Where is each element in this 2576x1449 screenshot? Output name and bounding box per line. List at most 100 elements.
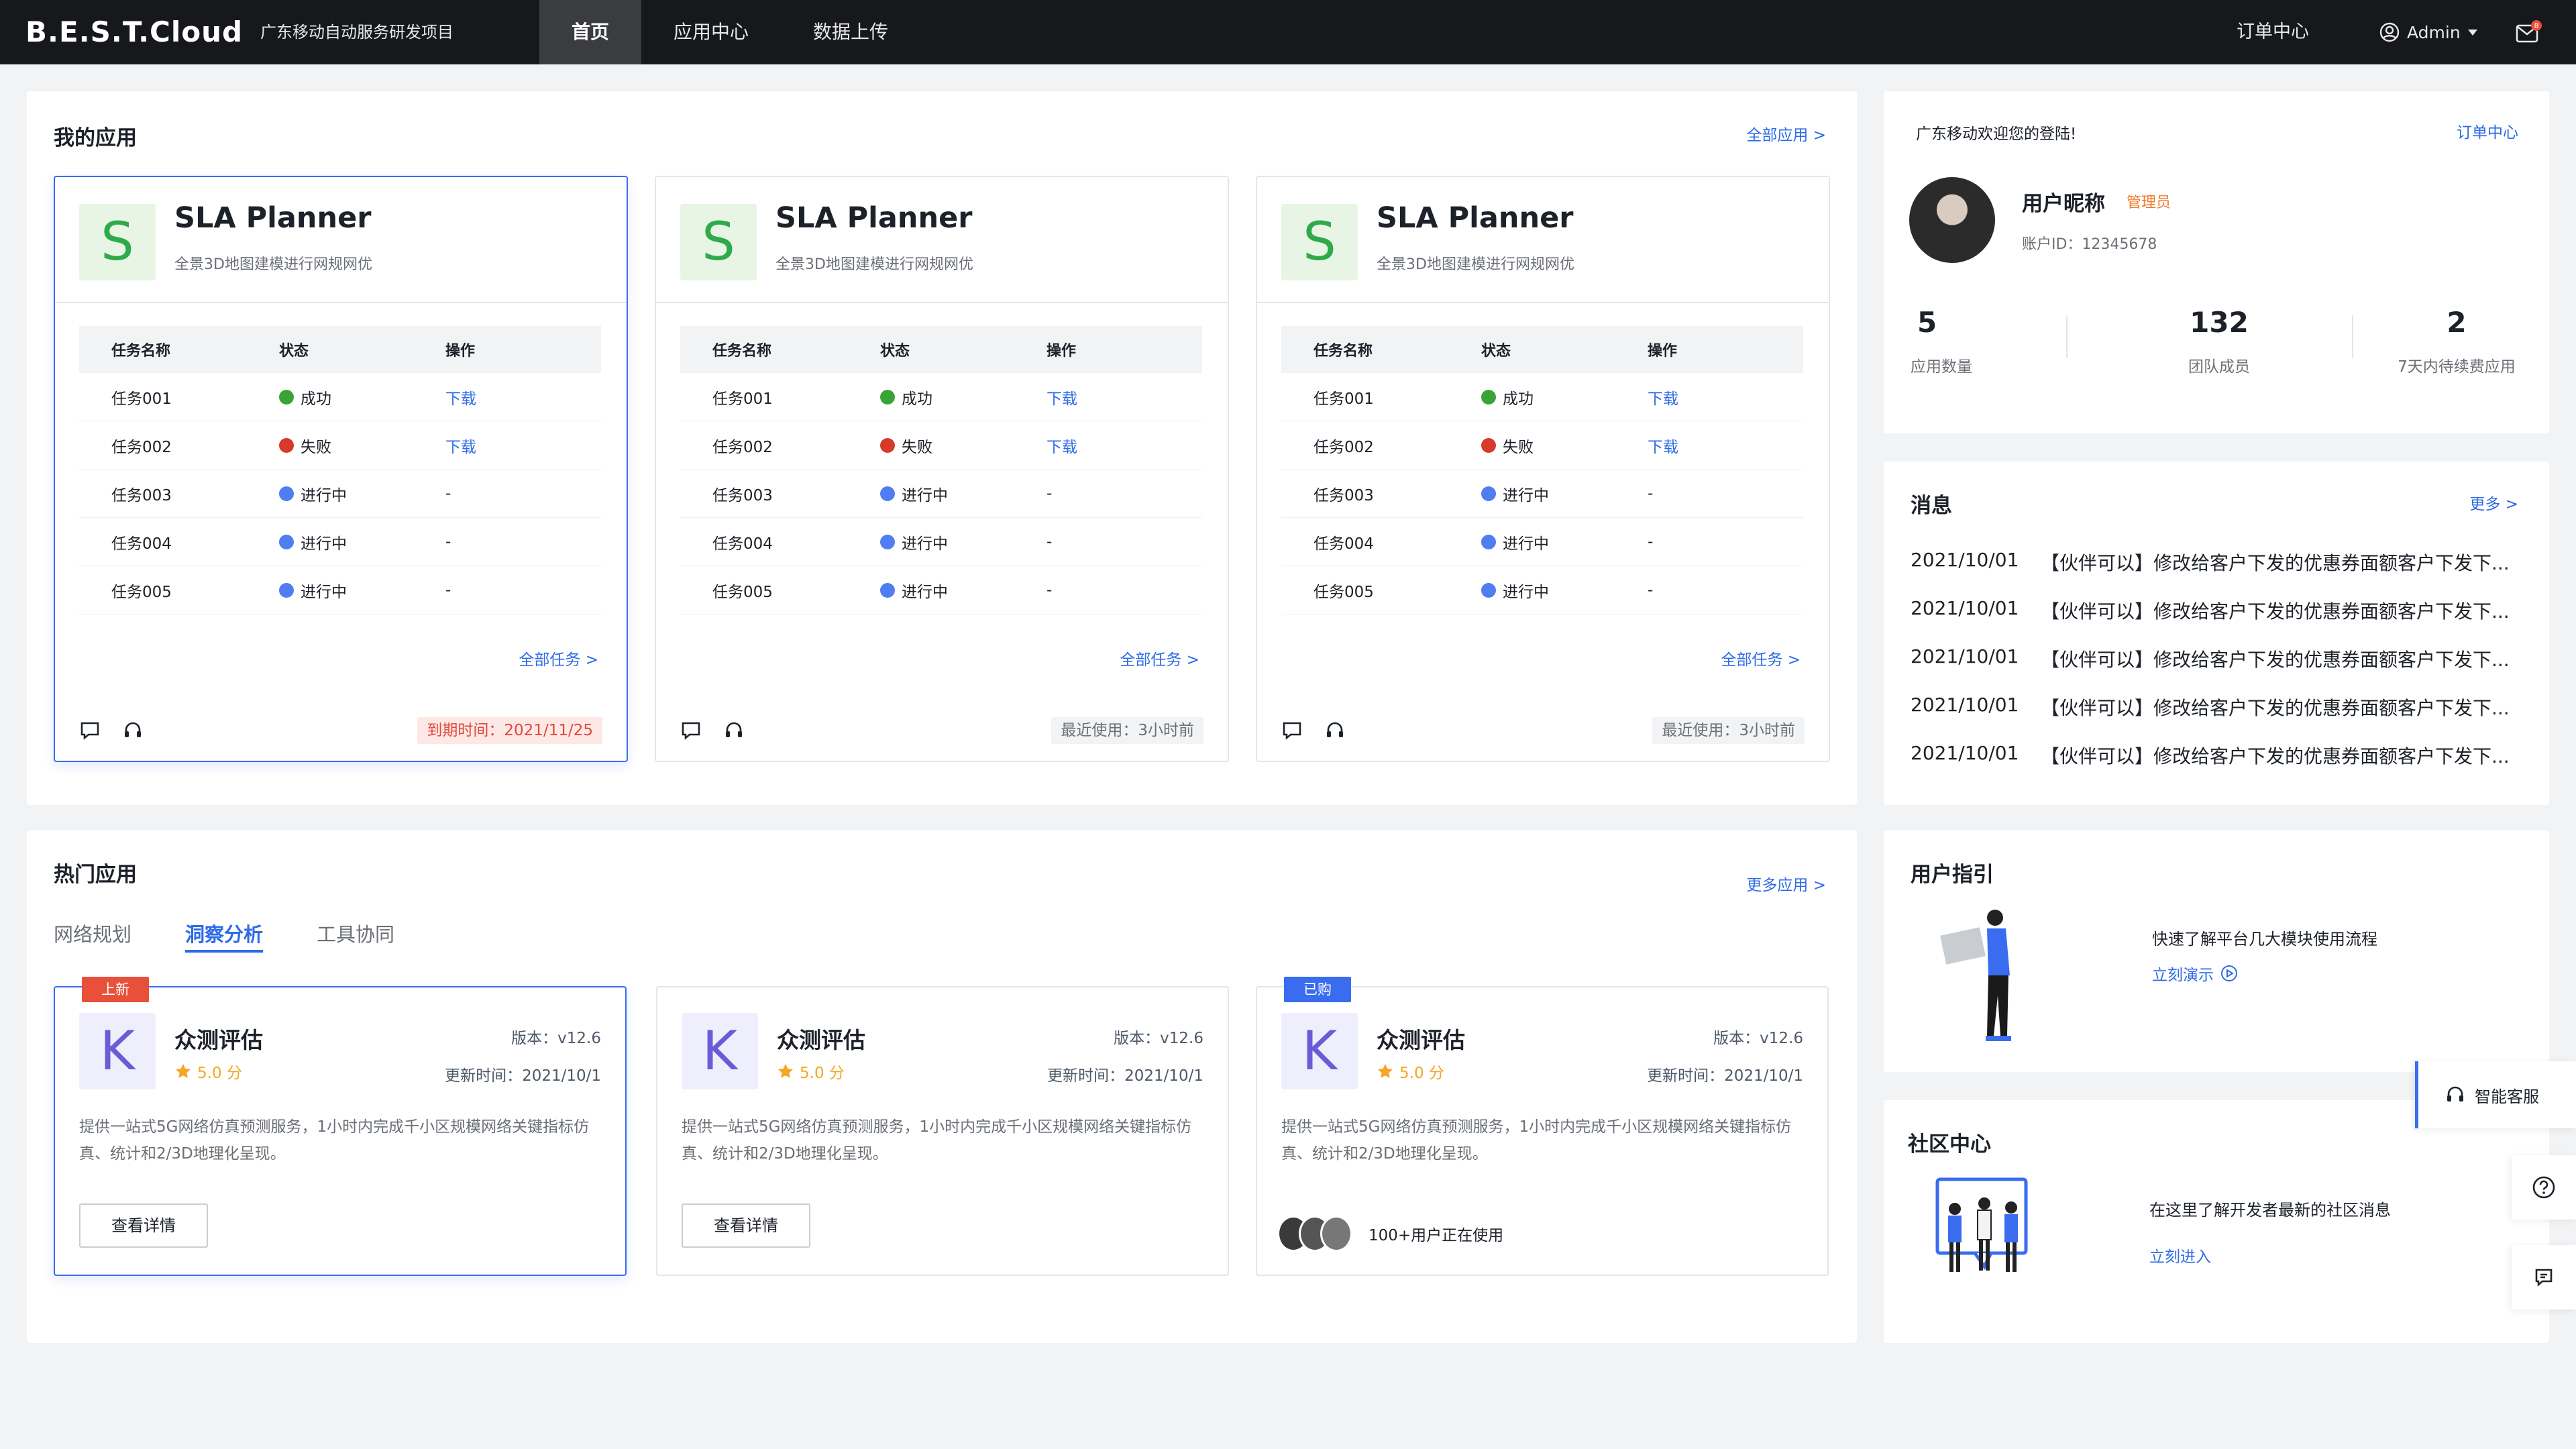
task-action: - — [1648, 581, 1654, 599]
task-name: 任务002 — [712, 438, 773, 456]
rating: 5.0 分 — [777, 1060, 845, 1083]
community-panel: 社区中心 在这里了解开发者最新的社区消息 立刻进入 — [1884, 1100, 2549, 1343]
view-details-button[interactable]: 查看详情 — [682, 1203, 810, 1248]
task-status: 进行中 — [880, 579, 1046, 602]
headset-icon[interactable] — [1324, 720, 1346, 741]
app-name[interactable]: SLA Planner — [1377, 201, 1573, 235]
hot-apps-tabs: 网络规划 洞察分析 工具协同 — [54, 919, 394, 953]
task-name: 任务001 — [111, 390, 172, 408]
message-item[interactable]: 【伙伴可以】修改给客户下发的优惠券面额客户下发下... — [2041, 597, 2514, 624]
project-name: 广东移动自动服务研发项目 — [260, 23, 453, 42]
tab-tool-collab[interactable]: 工具协同 — [317, 919, 394, 953]
comment-icon[interactable] — [1281, 720, 1303, 741]
task-status: 进行中 — [1481, 531, 1648, 553]
app-desc: 提供一站式5G网络仿真预测服务，1小时内完成千小区规模网络关键指标仿真、统计和2… — [682, 1118, 1192, 1163]
guide-demo-link[interactable]: 立刻演示 — [2152, 962, 2238, 985]
card-footer: 最近使用：3小时前 — [680, 714, 1203, 747]
table-row: 任务004 进行中 - — [680, 518, 1202, 566]
more-apps-link[interactable]: 更多应用 > — [1746, 872, 1826, 895]
app-badge: K — [79, 1013, 156, 1089]
card-divider — [1257, 302, 1829, 303]
task-name: 任务001 — [712, 390, 773, 408]
app-name[interactable]: SLA Planner — [775, 201, 972, 235]
comment-icon[interactable] — [79, 720, 101, 741]
task-action: - — [445, 533, 451, 551]
rating-value: 5.0 分 — [197, 1065, 242, 1082]
tab-insight-analysis[interactable]: 洞察分析 — [185, 919, 264, 953]
table-row: 任务002 失败 下载 — [1281, 421, 1803, 470]
messages-title: 消息 — [1911, 494, 1952, 518]
app-name[interactable]: 众测评估 — [777, 1022, 865, 1055]
status-dot — [279, 389, 294, 405]
status-label: 进行中 — [1503, 583, 1549, 601]
guide-panel: 用户指引 快速了解平台几大模块使用流程 立刻演示 — [1884, 830, 2549, 1072]
task-action: - — [1046, 581, 1053, 599]
tab-network-planning[interactable]: 网络规划 — [54, 919, 131, 953]
nav-data-upload[interactable]: 数据上传 — [794, 0, 907, 64]
comment-icon[interactable] — [680, 720, 702, 741]
all-apps-link[interactable]: 全部应用 > — [1746, 122, 1826, 145]
app-badge: S — [79, 204, 156, 280]
app-name[interactable]: SLA Planner — [174, 201, 371, 235]
orders-link[interactable]: 订单中心 — [2457, 119, 2518, 142]
table-row: 任务002 失败 下载 — [79, 421, 601, 470]
task-status: 进行中 — [880, 482, 1046, 505]
account-id: 账户ID：12345678 — [2022, 236, 2157, 253]
feedback-button[interactable] — [2512, 1245, 2576, 1309]
usage-note: 最近使用：3小时前 — [1652, 717, 1805, 744]
message-item[interactable]: 【伙伴可以】修改给客户下发的优惠券面额客户下发下... — [2041, 694, 2514, 720]
guide-title: 用户指引 — [1911, 863, 1994, 887]
hot-app-card[interactable]: 已购 K 众测评估 5.0 分 版本：v12.6 更新时间：2021/10/1 提… — [1256, 977, 1829, 1276]
download-link[interactable]: 下载 — [1648, 434, 1803, 457]
hot-app-card[interactable]: K 众测评估 5.0 分 版本：v12.6 更新时间：2021/10/1 提供一… — [656, 986, 1229, 1276]
all-tasks-link[interactable]: 全部任务 > — [1721, 647, 1801, 669]
hot-app-card[interactable]: 上新 K 众测评估 5.0 分 版本：v12.6 更新时间：2021/10/1 提… — [54, 977, 627, 1276]
nav-home[interactable]: 首页 — [539, 0, 641, 64]
task-status: 成功 — [1481, 386, 1648, 409]
table-row: 任务003 进行中 - — [79, 470, 601, 518]
nav-orders[interactable]: 订单中心 — [2237, 0, 2309, 64]
app-name[interactable]: 众测评估 — [1377, 1022, 1465, 1055]
app-desc: 全景3D地图建模进行网规网优 — [775, 256, 973, 273]
headset-icon[interactable] — [723, 720, 745, 741]
app-card[interactable]: S SLA Planner 全景3D地图建模进行网规网优 任务名称 状态 操作 … — [54, 176, 628, 762]
status-dot — [279, 437, 294, 453]
download-link[interactable]: 下载 — [1046, 434, 1202, 457]
download-link[interactable]: 下载 — [1648, 386, 1803, 409]
star-icon — [176, 1064, 191, 1078]
headset-icon[interactable] — [122, 720, 144, 741]
community-enter-link[interactable]: 立刻进入 — [2149, 1244, 2211, 1267]
smart-service-button[interactable]: 智能客服 — [2415, 1061, 2576, 1128]
all-tasks-link[interactable]: 全部任务 > — [519, 647, 598, 669]
status-dot — [279, 534, 294, 549]
top-navbar: B.E.S.T.Cloud 广东移动自动服务研发项目 首页 应用中心 数据上传 … — [0, 0, 2576, 64]
card-divider — [55, 302, 627, 303]
download-link[interactable]: 下载 — [445, 434, 601, 457]
help-button[interactable] — [2512, 1155, 2576, 1220]
usage-note: 最近使用：3小时前 — [1051, 717, 1203, 744]
messages-more-link[interactable]: 更多 > — [2469, 491, 2518, 514]
star-icon — [778, 1064, 793, 1078]
all-tasks-link[interactable]: 全部任务 > — [1120, 647, 1199, 669]
task-name: 任务005 — [712, 583, 773, 601]
guide-illustration — [1940, 910, 2011, 1041]
message-item[interactable]: 【伙伴可以】修改给客户下发的优惠券面额客户下发下... — [2041, 549, 2514, 576]
app-card[interactable]: S SLA Planner 全景3D地图建模进行网规网优 任务名称 状态 操作 … — [1256, 176, 1830, 762]
message-item[interactable]: 【伙伴可以】修改给客户下发的优惠券面额客户下发下... — [2041, 742, 2514, 769]
message-item[interactable]: 【伙伴可以】修改给客户下发的优惠券面额客户下发下... — [2041, 645, 2514, 672]
table-row: 任务005 进行中 - — [1281, 566, 1803, 614]
brand-logo[interactable]: B.E.S.T.Cloud — [25, 0, 243, 64]
user-menu[interactable]: Admin — [2379, 20, 2478, 44]
task-table: 任务名称 状态 操作 任务001 成功 下载 任务002 失败 下载 任务003… — [1281, 326, 1803, 614]
view-details-button[interactable]: 查看详情 — [79, 1203, 208, 1248]
usage-note: 到期时间：2021/11/25 — [417, 717, 602, 744]
download-link[interactable]: 下载 — [445, 386, 601, 409]
app-card[interactable]: S SLA Planner 全景3D地图建模进行网规网优 任务名称 状态 操作 … — [655, 176, 1229, 762]
app-badge: K — [682, 1013, 758, 1089]
download-link[interactable]: 下载 — [1046, 386, 1202, 409]
app-name[interactable]: 众测评估 — [174, 1022, 263, 1055]
mail-button[interactable]: 8 — [2516, 20, 2542, 44]
status-label: 失败 — [1503, 438, 1534, 456]
nav-app-center[interactable]: 应用中心 — [655, 0, 767, 64]
avatar — [1909, 177, 1995, 263]
